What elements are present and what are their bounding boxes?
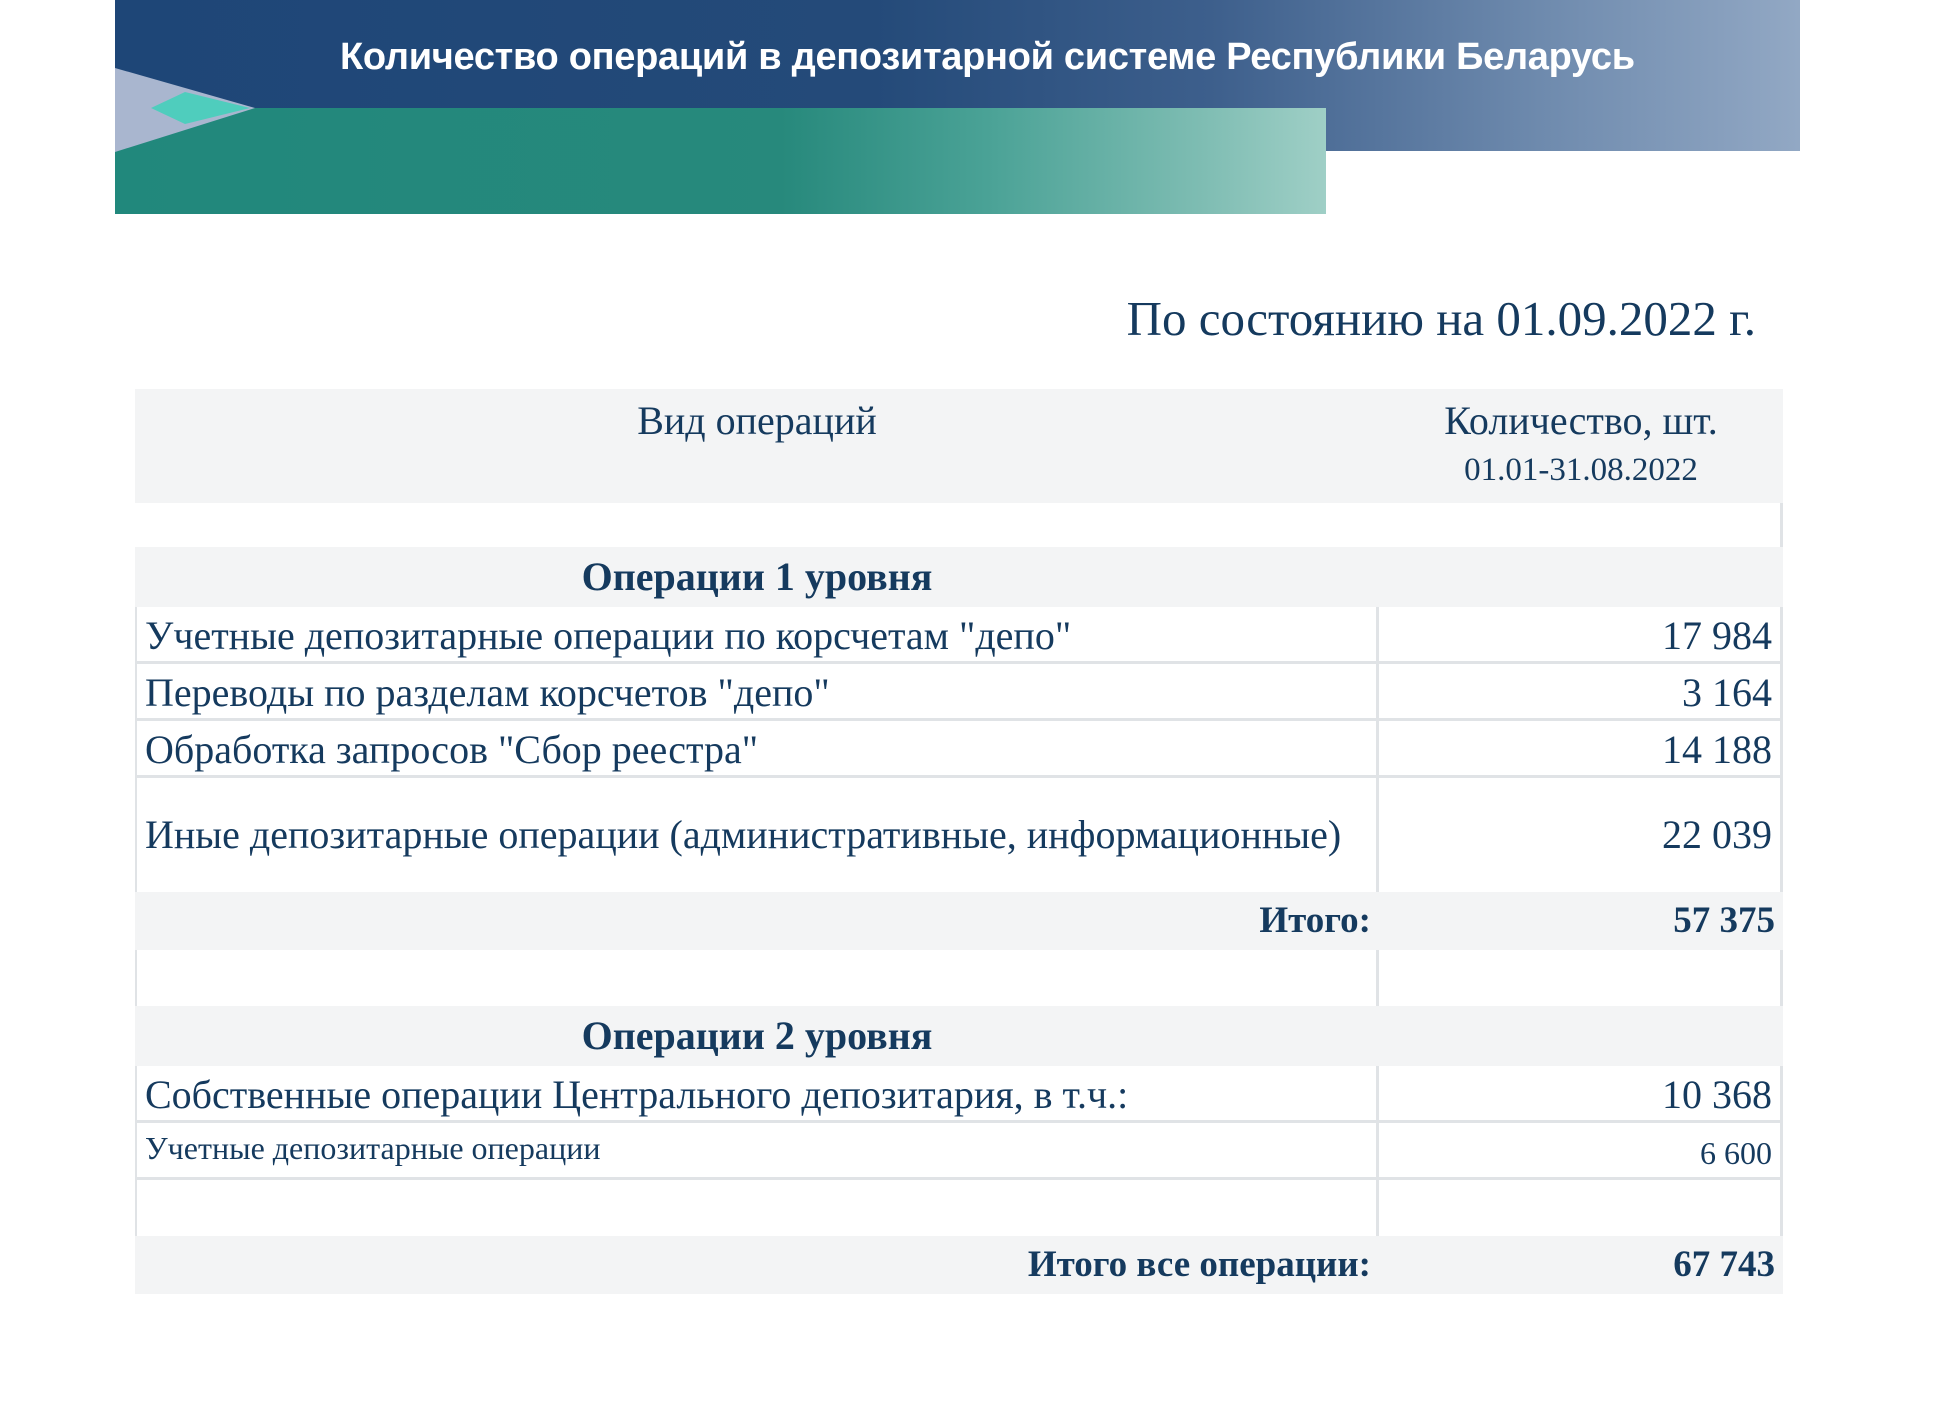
table-row: Собственные операции Центрального депози… [135, 1066, 1783, 1123]
header-quantity: Количество, шт. 01.01-31.08.2022 [1379, 389, 1783, 503]
banner-arrow-graphic [115, 68, 255, 152]
as-of-date: По состоянию на 01.09.2022 г. [1126, 291, 1756, 346]
row-value: 6 600 [1379, 1123, 1783, 1177]
table-row: Обработка запросов "Сбор реестра" 14 188 [135, 721, 1783, 778]
header-operation-type: Вид операций [135, 389, 1379, 503]
section-level1-title: Операции 1 уровня [581, 554, 933, 599]
row-label: Собственные операции Центрального депози… [135, 1066, 1379, 1120]
header-period: 01.01-31.08.2022 [1464, 452, 1698, 488]
level1-total-label: Итого: [1259, 900, 1371, 941]
blank-row [135, 1180, 1783, 1236]
level1-total-value: 57 375 [1673, 900, 1775, 941]
row-label: Иные депозитарные операции (администрати… [135, 778, 1379, 892]
row-label: Учетные депозитарные операции по корсчет… [135, 607, 1379, 661]
row-value: 14 188 [1379, 721, 1783, 775]
section-level1-row: Операции 1 уровня [135, 547, 1783, 607]
operations-table: Вид операций Количество, шт. 01.01-31.08… [135, 389, 1783, 1294]
row-value: 22 039 [1379, 778, 1783, 892]
grand-total-row: Итого все операции: 67 743 [135, 1236, 1783, 1294]
row-label: Учетные депозитарные операции [135, 1123, 1379, 1177]
row-label: Обработка запросов "Сбор реестра" [135, 721, 1379, 775]
banner-title: Количество операций в депозитарной систе… [340, 36, 1635, 78]
row-value: 10 368 [1379, 1066, 1783, 1120]
row-value: 3 164 [1379, 664, 1783, 718]
blank-row [135, 503, 1783, 547]
grand-total-label: Итого все операции: [1027, 1244, 1371, 1285]
section-level2-title: Операции 2 уровня [581, 1013, 933, 1058]
row-value: 17 984 [1379, 607, 1783, 661]
table-header-row: Вид операций Количество, шт. 01.01-31.08… [135, 389, 1783, 503]
header-quantity-label: Количество, шт. [1444, 398, 1718, 443]
blank-row [135, 950, 1783, 1006]
table-row: Учетные депозитарные операции 6 600 [135, 1123, 1783, 1180]
table-row: Учетные депозитарные операции по корсчет… [135, 607, 1783, 664]
section-level2-row: Операции 2 уровня [135, 1006, 1783, 1066]
banner-green-band [115, 108, 1326, 214]
table-row: Переводы по разделам корсчетов "депо" 3 … [135, 664, 1783, 721]
level1-total-row: Итого: 57 375 [135, 892, 1783, 950]
row-label: Переводы по разделам корсчетов "депо" [135, 664, 1379, 718]
table-row: Иные депозитарные операции (администрати… [135, 778, 1783, 892]
grand-total-value: 67 743 [1673, 1244, 1775, 1285]
